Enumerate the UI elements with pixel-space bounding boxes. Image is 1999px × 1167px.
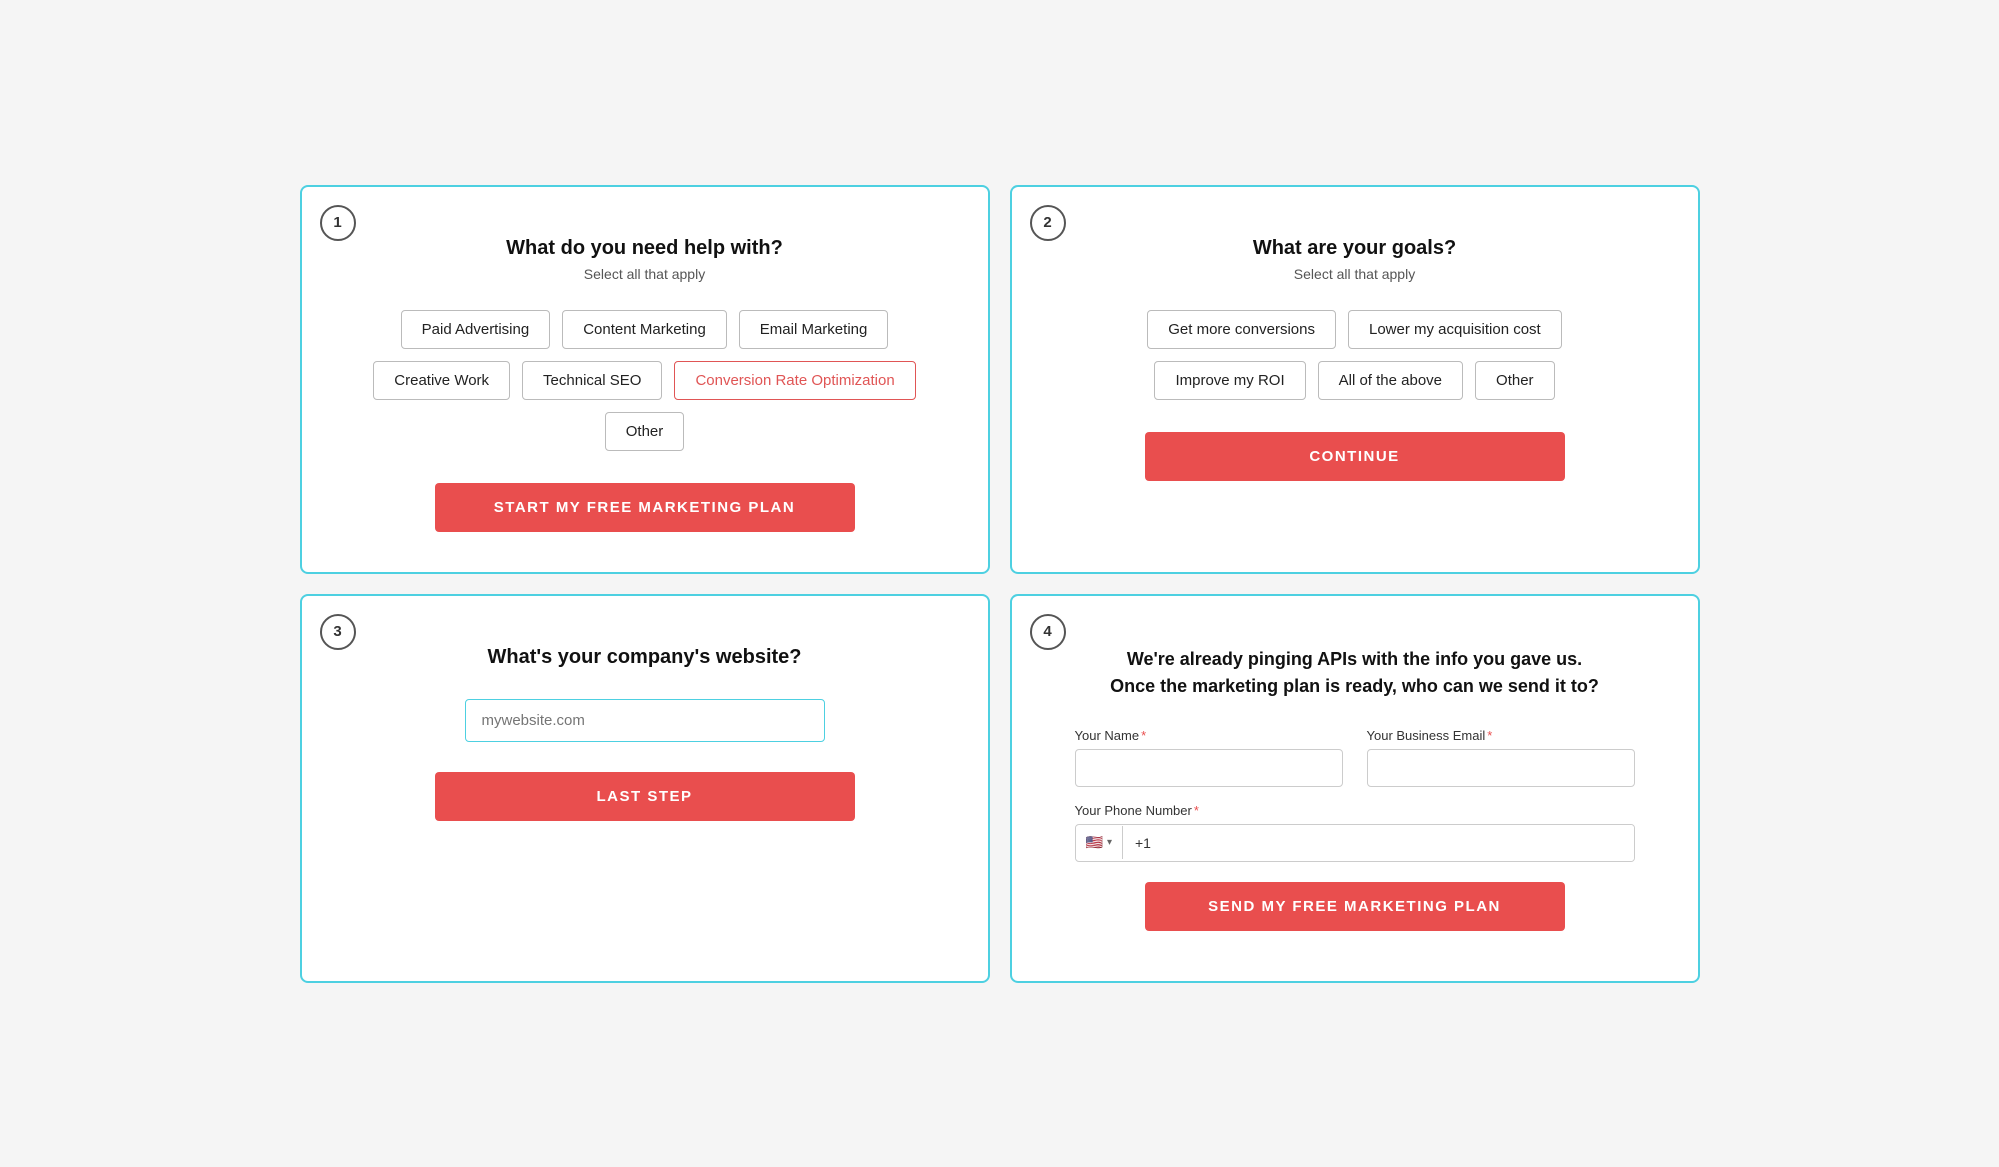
card-step-4: 4 We're already pinging APIs with the in… [1010, 594, 1700, 983]
card-2-subtitle: Select all that apply [1294, 266, 1415, 282]
option-improve-roi[interactable]: Improve my ROI [1154, 361, 1305, 400]
phone-label: Your Phone Number* [1075, 803, 1635, 818]
name-field-group: Your Name* [1075, 728, 1343, 787]
option-other-1[interactable]: Other [605, 412, 685, 451]
option-paid-advertising[interactable]: Paid Advertising [401, 310, 551, 349]
phone-input[interactable] [1123, 825, 1634, 861]
email-input[interactable] [1367, 749, 1635, 787]
card-1-row-3: Other [352, 412, 938, 451]
email-label: Your Business Email* [1367, 728, 1635, 743]
card-step-1: 1 What do you need help with? Select all… [300, 185, 990, 574]
contact-form: Your Name* Your Business Email* Your Pho… [1075, 728, 1635, 862]
card-1-row-2: Creative Work Technical SEO Conversion R… [352, 361, 938, 400]
card-1-subtitle: Select all that apply [584, 266, 705, 282]
card-4-description: We're already pinging APIs with the info… [1110, 646, 1599, 700]
phone-input-row: 🇺🇸 ▾ [1075, 824, 1635, 862]
option-more-conversions[interactable]: Get more conversions [1147, 310, 1336, 349]
chevron-down-icon: ▾ [1107, 837, 1112, 848]
card-2-row-1: Get more conversions Lower my acquisitio… [1062, 310, 1648, 349]
option-all-above[interactable]: All of the above [1318, 361, 1463, 400]
card-1-title: What do you need help with? [506, 237, 783, 260]
flag-emoji: 🇺🇸 [1086, 834, 1103, 851]
option-content-marketing[interactable]: Content Marketing [562, 310, 727, 349]
name-input[interactable] [1075, 749, 1343, 787]
name-required-star: * [1141, 728, 1146, 743]
steps-grid: 1 What do you need help with? Select all… [300, 185, 1700, 983]
card-3-title: What's your company's website? [487, 646, 801, 669]
card-2-title: What are your goals? [1253, 237, 1456, 260]
card-2-row-2: Improve my ROI All of the above Other [1062, 361, 1648, 400]
option-other-2[interactable]: Other [1475, 361, 1555, 400]
name-label: Your Name* [1075, 728, 1343, 743]
last-step-button[interactable]: LAST STEP [435, 772, 855, 821]
card-step-3: 3 What's your company's website? LAST ST… [300, 594, 990, 983]
option-lower-acquisition[interactable]: Lower my acquisition cost [1348, 310, 1562, 349]
option-conversion-rate[interactable]: Conversion Rate Optimization [674, 361, 915, 400]
phone-field-group: Your Phone Number* 🇺🇸 ▾ [1075, 803, 1635, 862]
card-step-2: 2 What are your goals? Select all that a… [1010, 185, 1700, 574]
option-technical-seo[interactable]: Technical SEO [522, 361, 662, 400]
step-badge-3: 3 [320, 614, 356, 650]
website-input[interactable] [465, 699, 825, 742]
phone-required-star: * [1194, 803, 1199, 818]
send-marketing-plan-button[interactable]: SEND MY FREE MARKETING PLAN [1145, 882, 1565, 931]
start-marketing-plan-button[interactable]: START MY FREE MARKETING PLAN [435, 483, 855, 532]
step-badge-4: 4 [1030, 614, 1066, 650]
email-required-star: * [1487, 728, 1492, 743]
step-badge-1: 1 [320, 205, 356, 241]
option-creative-work[interactable]: Creative Work [373, 361, 510, 400]
step-badge-2: 2 [1030, 205, 1066, 241]
email-field-group: Your Business Email* [1367, 728, 1635, 787]
phone-flag-selector[interactable]: 🇺🇸 ▾ [1076, 826, 1123, 859]
option-email-marketing[interactable]: Email Marketing [739, 310, 889, 349]
continue-button[interactable]: CONTINUE [1145, 432, 1565, 481]
card-1-row-1: Paid Advertising Content Marketing Email… [352, 310, 938, 349]
